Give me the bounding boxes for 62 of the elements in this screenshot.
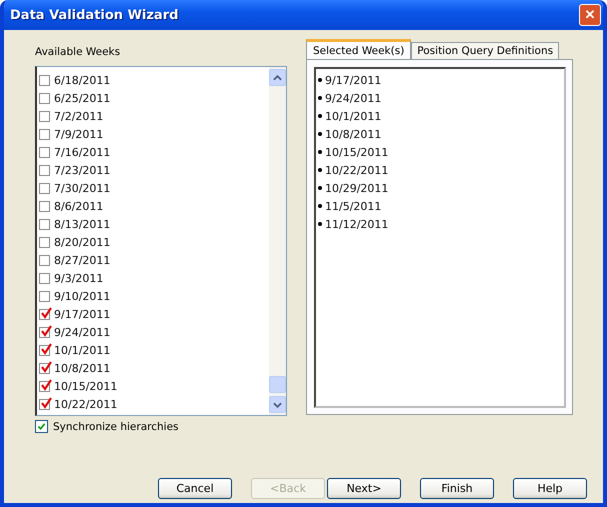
week-item[interactable]: 7/9/2011 — [54, 128, 104, 140]
checkbox[interactable] — [39, 272, 50, 284]
checkbox[interactable] — [39, 380, 50, 392]
selected-week: 9/17/2011 — [318, 71, 564, 89]
checkbox[interactable] — [39, 146, 50, 158]
week-item[interactable]: 9/24/2011 — [54, 326, 110, 338]
week-item[interactable]: 7/2/2011 — [54, 110, 104, 122]
list-label: Available Weeks — [35, 46, 122, 60]
checkbox[interactable] — [39, 326, 50, 338]
checkbox[interactable] — [39, 290, 50, 302]
week-item[interactable]: 9/17/2011 — [54, 308, 110, 320]
week-item[interactable]: 8/20/2011 — [54, 236, 110, 248]
wizard-button[interactable]: Next> — [327, 478, 401, 499]
checkbox[interactable] — [39, 344, 50, 356]
selected-week: 10/15/2011 — [318, 143, 564, 161]
week-item[interactable]: 8/6/2011 — [54, 200, 104, 212]
week-item[interactable]: 10/15/2011 — [54, 380, 118, 392]
week-item[interactable]: 9/3/2011 — [54, 272, 104, 284]
week-item[interactable]: 8/13/2011 — [54, 218, 110, 230]
week-item[interactable]: 6/18/2011 — [54, 74, 110, 86]
checkbox[interactable] — [39, 128, 50, 140]
week-item[interactable]: 9/10/2011 — [54, 290, 110, 302]
checkbox[interactable] — [39, 110, 50, 122]
wizard-button[interactable]: Cancel — [158, 478, 232, 499]
checkbox[interactable] — [39, 218, 50, 230]
week-item[interactable]: 7/30/2011 — [54, 182, 110, 194]
week-item[interactable]: 7/23/2011 — [54, 164, 110, 176]
wizard-button[interactable]: Help — [513, 478, 587, 499]
checkbox[interactable] — [39, 398, 50, 410]
checkbox[interactable] — [35, 420, 48, 433]
checkbox[interactable] — [39, 200, 50, 212]
week-item[interactable]: 10/1/2011 — [54, 344, 110, 356]
scroll-down-icon[interactable] — [269, 396, 286, 413]
scroll-thumb[interactable] — [269, 376, 286, 393]
checkbox[interactable] — [39, 308, 50, 320]
wizard-button[interactable]: Finish — [420, 478, 494, 499]
selected-week: 9/24/2011 — [318, 89, 564, 107]
selected-week: 10/29/2011 — [318, 179, 564, 197]
scrollbar[interactable] — [269, 67, 286, 415]
checkbox[interactable] — [39, 254, 50, 266]
week-item[interactable]: 10/8/2011 — [54, 362, 110, 374]
checkbox[interactable] — [39, 182, 50, 194]
checkbox[interactable] — [39, 74, 50, 86]
selected-week: 11/5/2011 — [318, 197, 564, 215]
week-item[interactable]: 7/16/2011 — [54, 146, 110, 158]
selected-week: 10/22/2011 — [318, 161, 564, 179]
checkbox[interactable] — [39, 164, 50, 176]
checkbox[interactable] — [39, 362, 50, 374]
close-button[interactable]: ✕ — [579, 4, 601, 26]
week-item[interactable]: 8/27/2011 — [54, 254, 110, 266]
selected-week: 10/8/2011 — [318, 125, 564, 143]
week-item[interactable]: 6/25/2011 — [54, 92, 110, 104]
window-title: Data Validation Wizard — [10, 8, 178, 22]
tab[interactable]: Selected Week(s) — [306, 39, 412, 59]
selected-week: 10/1/2011 — [318, 107, 564, 125]
checkbox[interactable] — [39, 92, 50, 104]
selected-week: 11/12/2011 — [318, 215, 564, 233]
tab[interactable]: Position Query Definitions — [411, 42, 560, 59]
checkbox[interactable] — [39, 236, 50, 248]
checkbox-label: Synchronize hierarchies — [53, 420, 178, 432]
week-item[interactable]: 10/22/2011 — [54, 398, 118, 410]
scroll-up-icon[interactable] — [269, 69, 286, 86]
